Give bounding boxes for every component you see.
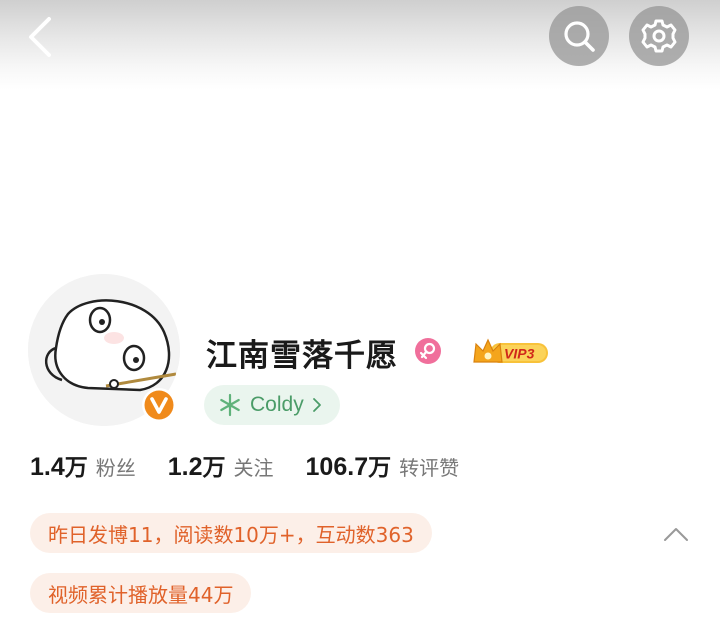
- fan-group-chip[interactable]: Coldy: [204, 385, 340, 425]
- chevron-right-icon: [312, 398, 321, 412]
- search-button[interactable]: [549, 6, 609, 66]
- back-button[interactable]: [18, 12, 62, 62]
- verified-v-icon: [141, 387, 177, 423]
- followers-count: 1.4: [30, 453, 65, 481]
- female-icon: [414, 337, 442, 365]
- followers-count-unit: 万: [64, 455, 88, 481]
- chevron-up-icon: [664, 528, 688, 541]
- snowflake-icon: [220, 393, 240, 417]
- profile-name: 江南雪落千愿: [206, 338, 398, 374]
- following-count: 1.2: [167, 453, 203, 481]
- engagements-count-unit: 万: [368, 455, 392, 481]
- vip-badge[interactable]: VIP3: [472, 336, 550, 368]
- following-label: 关注: [233, 456, 274, 480]
- engagements-label: 转评赞: [399, 456, 460, 480]
- collapse-button[interactable]: [660, 520, 692, 548]
- gear-icon: [641, 19, 677, 53]
- stat-followers[interactable]: 1.4 万 粉丝: [30, 448, 136, 482]
- engagements-count: 106.7: [305, 453, 369, 481]
- stat-following[interactable]: 1.2 万 关注: [168, 448, 274, 482]
- chevron-left-icon: [29, 17, 51, 57]
- profile-stats: 1.4 万 粉丝 1.2 万 关注 106.7 万 转评赞: [30, 448, 491, 488]
- insight-pill-video[interactable]: 视频累计播放量44万: [30, 573, 252, 613]
- fan-chip-label: Coldy: [250, 393, 304, 416]
- followers-label: 粉丝: [95, 456, 136, 480]
- search-icon: [564, 21, 595, 52]
- insight-pill-posts[interactable]: 昨日发博11，阅读数10万+，互动数363: [30, 513, 432, 553]
- stat-engagements[interactable]: 106.7 万 转评赞: [306, 448, 460, 482]
- settings-button[interactable]: [629, 6, 689, 66]
- vip-label: VIP3: [504, 346, 535, 362]
- avatar[interactable]: [28, 274, 180, 426]
- top-bar-background: [0, 0, 720, 90]
- following-count-unit: 万: [202, 455, 226, 481]
